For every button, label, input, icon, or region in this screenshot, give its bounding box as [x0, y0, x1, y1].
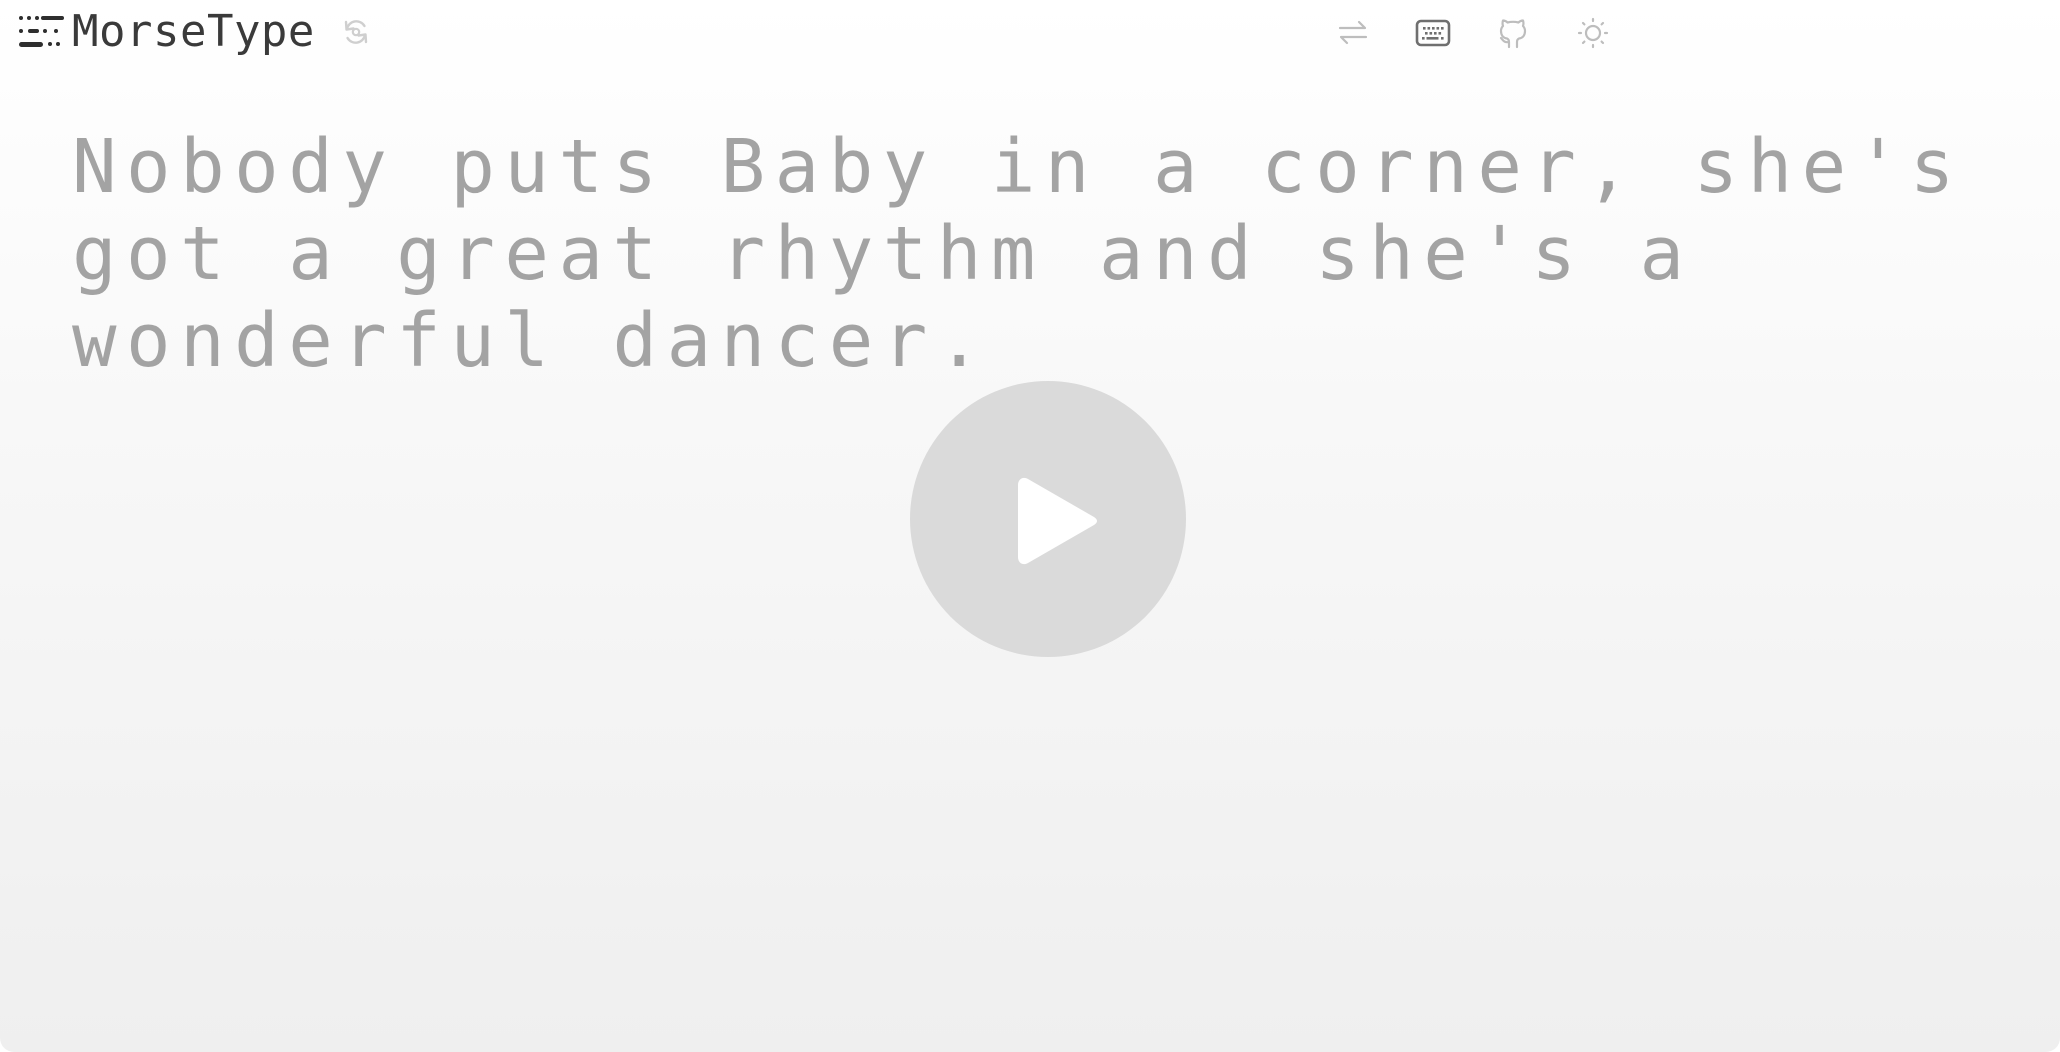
play-icon — [1018, 477, 1097, 565]
github-icon — [1499, 19, 1527, 49]
practice-phrase: Nobody puts Baby in a corner, she's got … — [72, 124, 1964, 384]
play-button[interactable] — [910, 381, 1186, 657]
header: MorseType — [0, 0, 2060, 64]
theme-toggle-button[interactable] — [1574, 14, 1612, 52]
sun-icon — [1577, 17, 1609, 49]
keyboard-icon — [1415, 19, 1451, 47]
swap-mode-button[interactable] — [1334, 14, 1372, 52]
app-title: MorseType — [72, 6, 315, 57]
refresh-icon[interactable] — [341, 17, 371, 47]
github-link[interactable] — [1494, 14, 1532, 52]
brand: MorseType — [18, 6, 371, 58]
app-window: MorseType Nobody puts Baby in a corner, … — [0, 0, 2060, 1052]
morse-logo-icon — [19, 16, 64, 47]
arrows-swap-icon — [1338, 20, 1368, 45]
keyboard-button[interactable] — [1414, 14, 1452, 52]
